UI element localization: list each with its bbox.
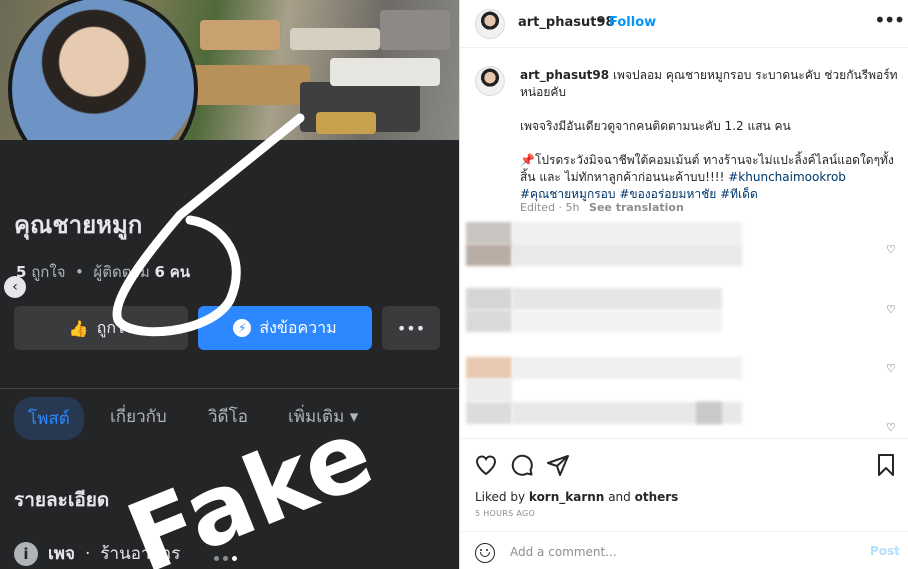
send-message-button[interactable]: ⚡ ส่งข้อความ bbox=[198, 306, 372, 350]
blurred-comment bbox=[466, 286, 876, 334]
details-heading: รายละเอียด bbox=[14, 489, 110, 511]
comment-like-heart-icon[interactable]: ♡ bbox=[886, 303, 896, 316]
caret-down-icon: ▾ bbox=[349, 407, 359, 427]
thumbs-up-icon: 👍 bbox=[68, 318, 89, 338]
post-caption: art_phasut98 เพจปลอม คุณชายหมูกรอบ ระบาด… bbox=[520, 67, 900, 203]
share-icon[interactable] bbox=[546, 453, 570, 477]
caption-meta: Edited · 5h See translation bbox=[520, 201, 684, 214]
follow-button[interactable]: Follow bbox=[609, 15, 656, 30]
hashtag[interactable]: #ของอร่อยมหาชัย bbox=[619, 187, 716, 201]
page-name: คุณชายหมูก bbox=[14, 211, 143, 239]
page-category: i เพจ · ร้านอาหาร bbox=[14, 540, 180, 567]
blurred-comment bbox=[466, 218, 876, 266]
blurred-comment bbox=[466, 400, 876, 436]
hashtag[interactable]: #คุณชายหมูกรอบ bbox=[520, 187, 615, 201]
instagram-post-panel: art_phasut98 • Follow ••• art_phasut98 เ… bbox=[459, 0, 908, 569]
caption-username[interactable]: art_phasut98 bbox=[520, 68, 609, 82]
see-translation-link[interactable]: See translation bbox=[589, 201, 684, 214]
hashtag[interactable]: #khunchaimookrob bbox=[728, 170, 846, 184]
blurred-comment bbox=[466, 355, 876, 403]
fb-page-body: คุณชายหมูก 5 ถูกใจ • ผู้ติดตาม 6 คน 👍 ถู… bbox=[0, 140, 459, 569]
post-header: art_phasut98 • Follow ••• bbox=[460, 0, 908, 48]
liked-by-user[interactable]: korn_karnn bbox=[529, 490, 604, 504]
caption-avatar[interactable] bbox=[475, 66, 505, 96]
comment-input[interactable] bbox=[510, 542, 840, 562]
heart-icon[interactable] bbox=[474, 453, 498, 477]
comment-like-heart-icon[interactable]: ♡ bbox=[886, 362, 896, 375]
emoji-icon[interactable] bbox=[475, 543, 495, 563]
tab-videos[interactable]: วิดีโอ bbox=[208, 403, 248, 430]
page-tabs: โพสต์ เกี่ยวกับ วิดีโอ เพิ่มเติม ▾ bbox=[0, 388, 459, 454]
caption-text-2: เพจจริงมีอันเดียวดูจากคนติดตามนะคับ 1.2 … bbox=[520, 119, 791, 133]
post-timestamp: 5 HOURS AGO bbox=[475, 509, 536, 518]
avatar[interactable] bbox=[475, 9, 505, 39]
header-separator: • bbox=[597, 14, 605, 29]
carousel-dots bbox=[214, 556, 237, 561]
post-actions: Liked by korn_karnn and others 5 HOURS A… bbox=[460, 438, 908, 530]
tab-about[interactable]: เกี่ยวกับ bbox=[110, 403, 167, 430]
comment-like-heart-icon[interactable]: ♡ bbox=[886, 243, 896, 256]
tab-more[interactable]: เพิ่มเติม ▾ bbox=[288, 403, 358, 430]
chevron-left-icon[interactable]: ‹ bbox=[4, 276, 26, 298]
page-stats: 5 ถูกใจ • ผู้ติดตาม 6 คน bbox=[16, 263, 191, 281]
hashtag[interactable]: #ทีเด็ด bbox=[720, 187, 758, 201]
bookmark-icon[interactable] bbox=[875, 453, 897, 477]
post-comment-button[interactable]: Post bbox=[870, 544, 900, 558]
comment-icon[interactable] bbox=[510, 453, 534, 477]
info-icon: i bbox=[14, 541, 38, 566]
facebook-page-screenshot: คุณชายหมูก 5 ถูกใจ • ผู้ติดตาม 6 คน 👍 ถู… bbox=[0, 0, 459, 569]
like-page-button[interactable]: 👍 ถูกใจ bbox=[14, 306, 188, 350]
comment-like-heart-icon[interactable]: ♡ bbox=[886, 421, 896, 434]
messenger-icon: ⚡ bbox=[233, 319, 252, 337]
tab-posts[interactable]: โพสต์ bbox=[14, 397, 84, 440]
more-options-button[interactable]: ••• bbox=[382, 306, 440, 350]
comment-bar: Post bbox=[460, 531, 908, 569]
liked-by: Liked by korn_karnn and others bbox=[475, 490, 679, 504]
liked-by-others[interactable]: others bbox=[635, 490, 679, 504]
more-horizontal-icon[interactable]: ••• bbox=[874, 8, 905, 32]
